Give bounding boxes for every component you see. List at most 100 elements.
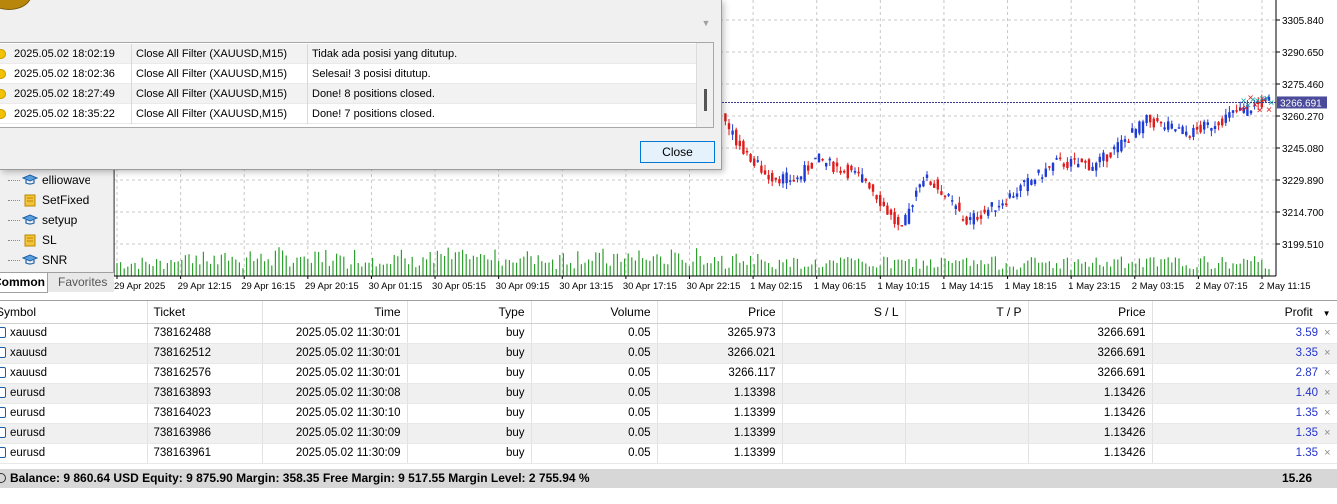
- price-tick-label: 3275.460: [1282, 80, 1324, 91]
- close-button[interactable]: Close: [640, 141, 715, 163]
- candle-body: [1012, 196, 1015, 198]
- col-type[interactable]: Type: [407, 301, 532, 324]
- close-position-icon[interactable]: ×: [1324, 367, 1330, 379]
- navigator-item-label: SNR: [42, 253, 68, 267]
- price-tick-label: 3245.080: [1282, 144, 1324, 155]
- cell-sl[interactable]: [782, 403, 906, 424]
- position-row[interactable]: eurusd 738163986 2025.05.02 11:30:09 buy 0.0…: [0, 423, 1337, 444]
- log-message: Done! 8 positions closed.: [307, 83, 696, 104]
- candle-body: [1181, 126, 1184, 134]
- candle-body: [1051, 162, 1055, 171]
- position-row[interactable]: eurusd 738163961 2025.05.02 11:30:09 buy 0.0…: [0, 443, 1337, 464]
- cell-tp[interactable]: [905, 383, 1029, 404]
- trade-marker: ✕: [1256, 106, 1263, 115]
- position-row[interactable]: xauusd 738162576 2025.05.02 11:30:01 buy 0.0…: [0, 363, 1337, 384]
- cell-symbol: eurusd: [0, 403, 148, 424]
- time-tick-label: 30 Apr 01:15: [368, 281, 422, 292]
- sort-down-icon: ▼: [1322, 308, 1331, 318]
- candle-body: [724, 113, 727, 122]
- position-row[interactable]: xauusd 738162488 2025.05.02 11:30:01 buy 0.0…: [0, 323, 1337, 344]
- close-position-icon[interactable]: ×: [1324, 427, 1330, 439]
- navigator-item[interactable]: elliowave: [8, 170, 90, 190]
- trade-panel: Symbol Ticket Time Type Volume Price S /…: [0, 300, 1337, 504]
- candle-body: [807, 165, 810, 171]
- position-icon: [0, 447, 6, 458]
- cell-sl[interactable]: [782, 423, 906, 444]
- tab-favorites[interactable]: Favorites: [52, 273, 113, 293]
- log-row[interactable]: 2025.05.02 18:02:19 Close All Filter (XAU…: [0, 43, 696, 64]
- col-price[interactable]: Price: [657, 301, 783, 324]
- candle-body: [1206, 122, 1209, 125]
- candle-body: [1141, 121, 1145, 134]
- log-scrollbar[interactable]: [696, 43, 713, 127]
- time-tick-label: 1 May 23:15: [1068, 281, 1120, 292]
- cell-tp[interactable]: [905, 443, 1029, 464]
- col-time[interactable]: Time: [262, 301, 408, 324]
- position-icon: [0, 387, 6, 398]
- cell-current-price: 1.13426: [1028, 383, 1153, 404]
- close-all-dialog: ▼ 2025.05.02 18:02:19 Close All Filter (X…: [0, 0, 722, 170]
- tab-common[interactable]: Common: [0, 273, 48, 293]
- cell-sl[interactable]: [782, 323, 906, 344]
- navigator-item[interactable]: SNR: [8, 250, 90, 270]
- close-position-icon[interactable]: ×: [1324, 347, 1330, 359]
- candle-body: [1015, 193, 1019, 197]
- cell-sl[interactable]: [782, 363, 906, 384]
- cell-profit: 2.87 ×: [1152, 363, 1337, 384]
- time-tick-label: 29 Apr 12:15: [178, 281, 232, 292]
- col-profit[interactable]: Profit ▼: [1152, 301, 1337, 324]
- cell-ticket: 738163893: [147, 383, 263, 404]
- log-row[interactable]: 2025.05.02 18:02:36 Close All Filter (XAU…: [0, 63, 696, 84]
- scroll-thumb[interactable]: [704, 89, 707, 111]
- log-row[interactable]: 2025.05.02 18:27:49 Close All Filter (XAU…: [0, 83, 696, 104]
- close-position-icon[interactable]: ×: [1324, 447, 1330, 459]
- col-volume[interactable]: Volume: [531, 301, 658, 324]
- col-sl[interactable]: S / L: [782, 301, 906, 324]
- close-position-icon[interactable]: ×: [1324, 327, 1330, 339]
- log-message: Done! 7 positions closed.: [307, 103, 696, 124]
- cell-sl[interactable]: [782, 383, 906, 404]
- cell-type: buy: [407, 383, 532, 404]
- col-current-price[interactable]: Price: [1028, 301, 1153, 324]
- candle-body: [1174, 129, 1177, 132]
- log-time: 2025.05.02 18:02:19: [14, 47, 115, 60]
- cell-tp[interactable]: [905, 343, 1029, 364]
- log-source: Close All Filter (XAUUSD,M15): [131, 83, 307, 104]
- candle-body: [1037, 169, 1040, 173]
- time-tick-label: 30 Apr 05:15: [432, 281, 486, 292]
- cell-tp[interactable]: [905, 363, 1029, 384]
- col-symbol[interactable]: Symbol: [0, 301, 148, 324]
- cell-sl[interactable]: [782, 443, 906, 464]
- cell-tp[interactable]: [905, 403, 1029, 424]
- navigator-item[interactable]: setyup: [8, 210, 90, 230]
- time-tick-label: 2 May 03:15: [1132, 281, 1184, 292]
- position-row[interactable]: eurusd 738163893 2025.05.02 11:30:08 buy 0.0…: [0, 383, 1337, 404]
- candle-body: [1113, 146, 1116, 150]
- candle-body: [796, 177, 799, 180]
- candle-body: [738, 140, 741, 147]
- candle-body: [1213, 126, 1217, 130]
- candle-body: [821, 158, 824, 161]
- candle-body: [1023, 180, 1026, 182]
- close-position-icon[interactable]: ×: [1324, 407, 1330, 419]
- navigator-item[interactable]: SL: [8, 230, 90, 250]
- total-profit: 15.26: [1282, 471, 1313, 485]
- cell-price: 3265.973: [657, 323, 783, 344]
- position-row[interactable]: eurusd 738164023 2025.05.02 11:30:10 buy 0.0…: [0, 403, 1337, 424]
- close-position-icon[interactable]: ×: [1324, 387, 1330, 399]
- candle-body: [1059, 157, 1062, 160]
- candle-body: [918, 184, 921, 188]
- log-row[interactable]: 2025.05.02 18:35:22 Close All Filter (XAU…: [0, 103, 696, 124]
- cell-tp[interactable]: [905, 423, 1029, 444]
- time-tick-label: 30 Apr 09:15: [496, 281, 550, 292]
- col-tp[interactable]: T / P: [905, 301, 1029, 324]
- candle-body: [781, 174, 785, 184]
- candle-body: [886, 205, 889, 215]
- cell-sl[interactable]: [782, 343, 906, 364]
- candle-body: [731, 130, 734, 135]
- position-row[interactable]: xauusd 738162512 2025.05.02 11:30:01 buy 0.0…: [0, 343, 1337, 364]
- cell-tp[interactable]: [905, 323, 1029, 344]
- col-ticket[interactable]: Ticket: [147, 301, 263, 324]
- dropdown-arrow-icon[interactable]: ▼: [699, 18, 713, 32]
- navigator-item[interactable]: SetFixedSL: [8, 190, 90, 210]
